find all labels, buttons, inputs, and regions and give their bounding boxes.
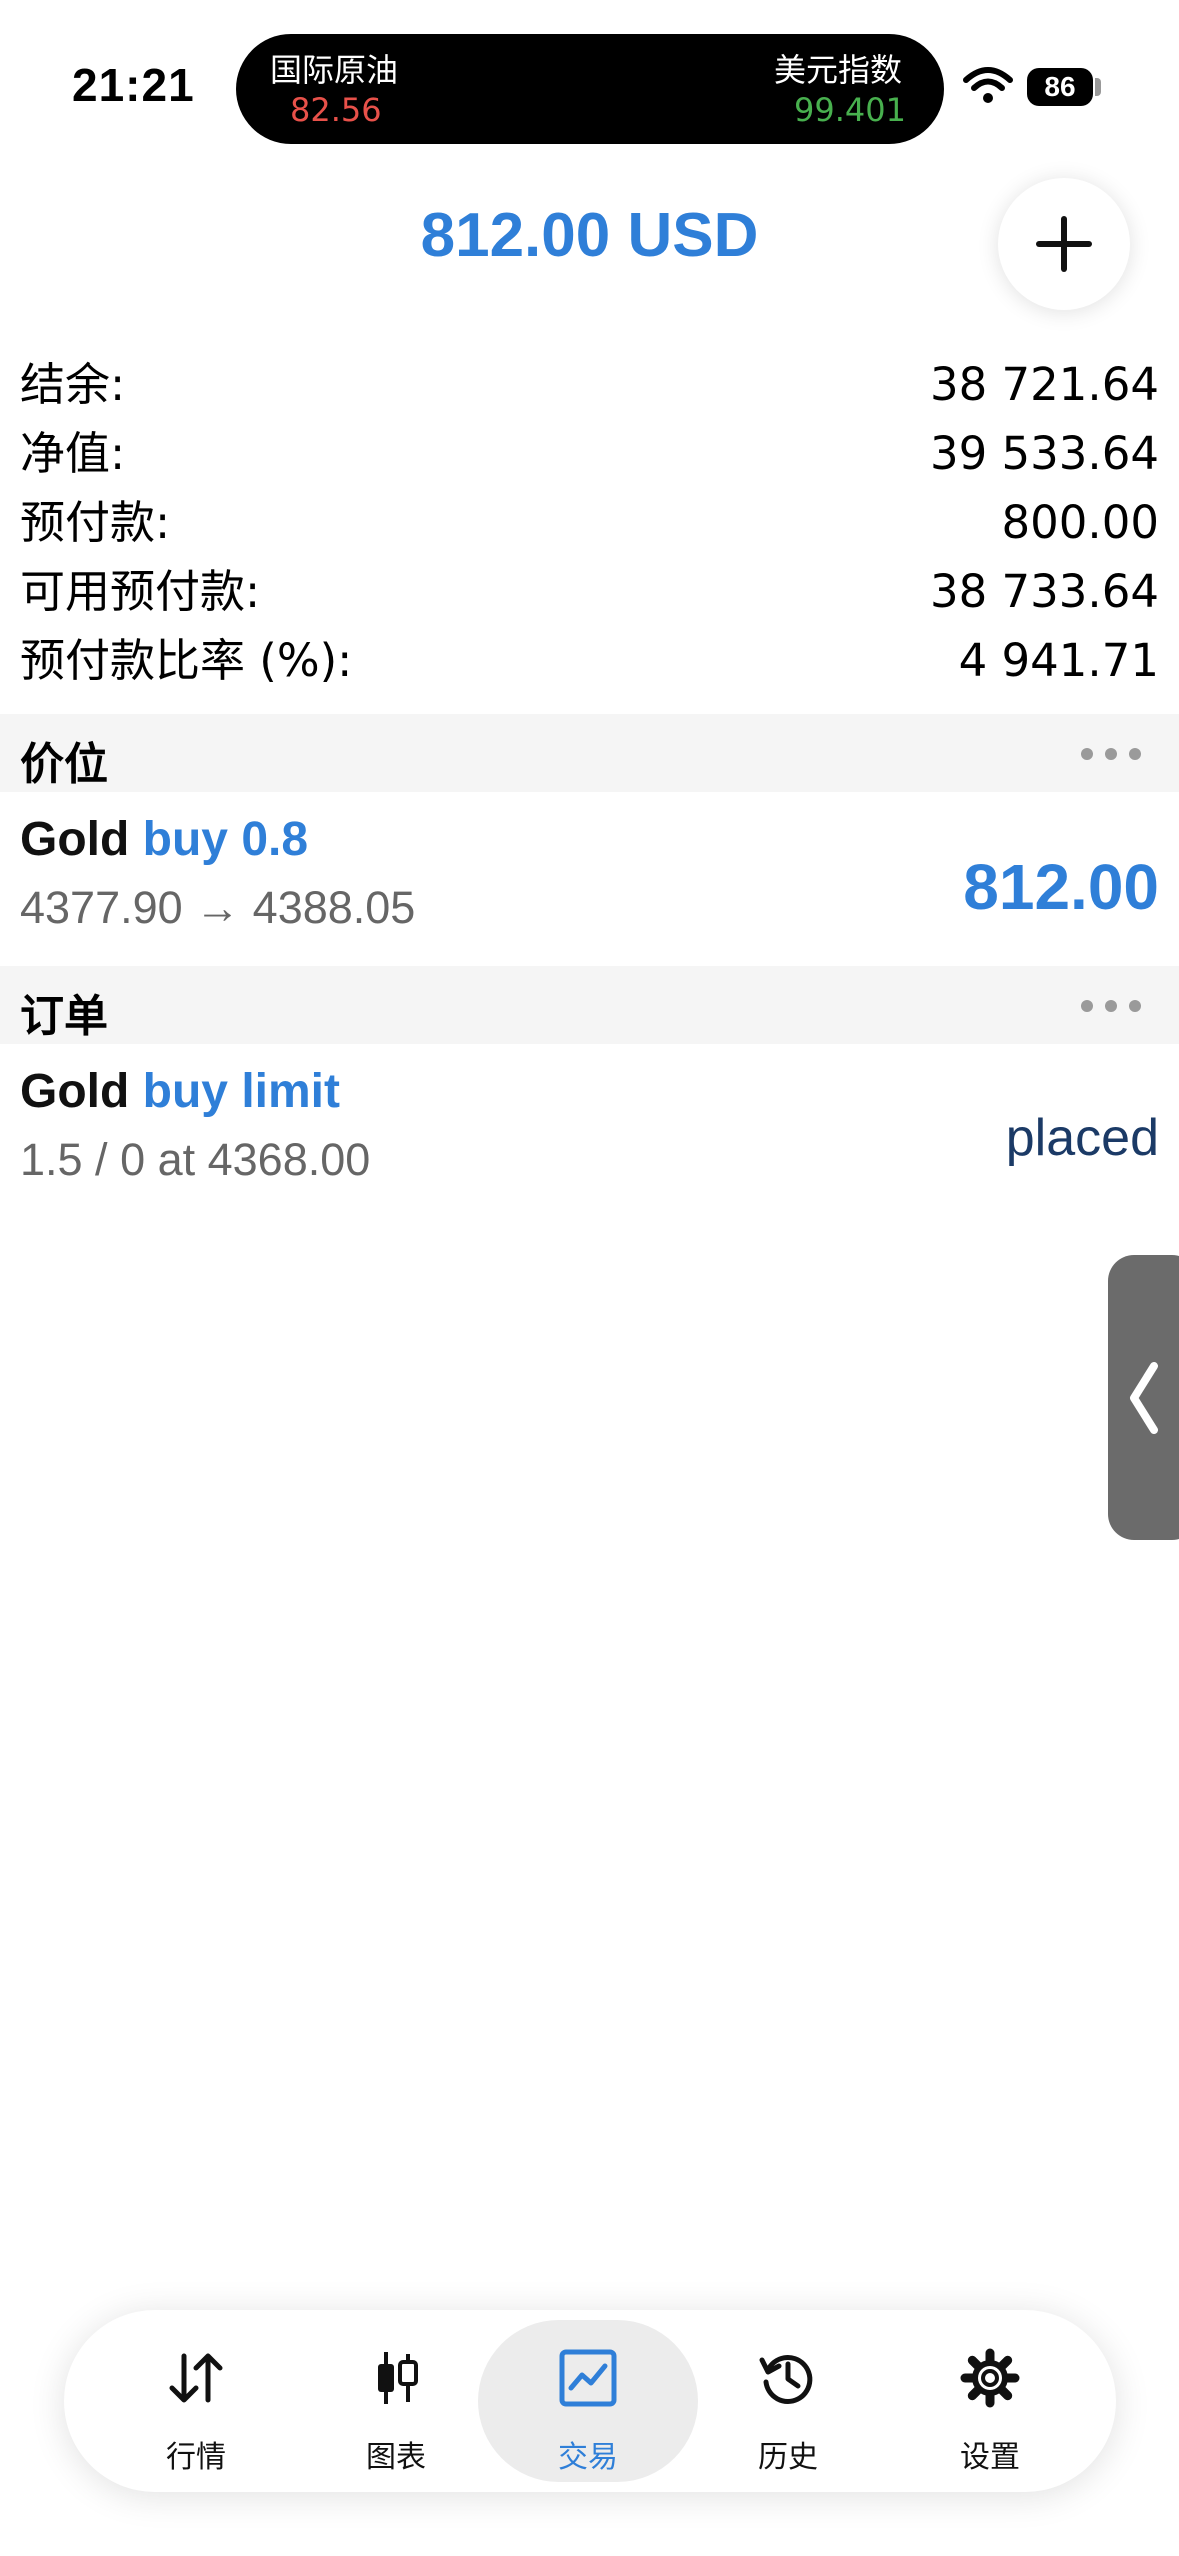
summary-label: 结余: [20, 358, 126, 411]
orders-section-header: 订单 [0, 966, 1179, 1044]
ticker-oil-name: 国际原油 [270, 51, 399, 89]
tab-bar: 行情 图表 交易 历史 设置 [64, 2310, 1116, 2492]
tab-settings[interactable]: 设置 [880, 2320, 1100, 2482]
summary-label: 预付款: [20, 496, 171, 549]
section-title: 订单 [20, 991, 108, 1042]
gear-icon [960, 2348, 1020, 2408]
tab-label: 图表 [366, 2440, 426, 2475]
dynamic-island[interactable]: 国际原油 82.56 美元指数 99.401 [236, 34, 944, 144]
position-row[interactable]: Gold buy 0.8 4377.90 → 4388.05 812.00 [0, 800, 1179, 960]
tab-trade[interactable]: 交易 [478, 2320, 698, 2482]
battery-nub [1095, 78, 1101, 96]
chart-line-icon [559, 2349, 617, 2407]
order-details: 1.5 / 0 at 4368.00 [20, 1134, 371, 1185]
summary-label: 可用预付款: [20, 565, 261, 618]
more-icon[interactable] [1081, 748, 1141, 760]
order-type: buy limit [142, 1065, 340, 1118]
candlestick-icon [378, 2352, 418, 2404]
summary-label: 净值: [20, 427, 126, 480]
ticker-oil-value: 82.56 [290, 91, 382, 129]
summary-value: 38 733.64 [929, 565, 1159, 618]
tab-label: 设置 [960, 2440, 1020, 2475]
battery-indicator: 86 [1027, 68, 1093, 106]
summary-row-equity: 净值: 39 533.64 [20, 419, 1159, 488]
ticker-dxy-value: 99.401 [794, 91, 906, 129]
add-order-button[interactable] [998, 178, 1130, 310]
summary-value: 38 721.64 [929, 358, 1159, 411]
ticker-dxy: 美元指数 99.401 [774, 50, 906, 130]
order-symbol: Gold [20, 1065, 130, 1118]
positions-section-header: 价位 [0, 714, 1179, 792]
tab-label: 行情 [166, 2440, 226, 2475]
tab-label: 历史 [758, 2440, 818, 2475]
order-status: placed [1005, 1109, 1159, 1167]
summary-value: 4 941.71 [958, 634, 1159, 687]
side-panel-handle[interactable] [1108, 1255, 1179, 1540]
history-icon [759, 2355, 813, 2404]
chevron-left-icon [1130, 1362, 1158, 1434]
arrows-up-down-icon [169, 2353, 223, 2403]
summary-row-free-margin: 可用预付款: 38 733.64 [20, 557, 1159, 626]
position-type: buy 0.8 [142, 813, 309, 866]
position-prices: 4377.90 → 4388.05 [20, 882, 416, 933]
order-row[interactable]: Gold buy limit 1.5 / 0 at 4368.00 placed [0, 1052, 1179, 1212]
summary-row-balance: 结余: 38 721.64 [20, 350, 1159, 419]
account-summary: 结余: 38 721.64 净值: 39 533.64 预付款: 800.00 … [20, 350, 1159, 695]
summary-value: 800.00 [1001, 496, 1159, 549]
tab-quotes[interactable]: 行情 [86, 2320, 306, 2482]
summary-row-margin: 预付款: 800.00 [20, 488, 1159, 557]
position-symbol: Gold [20, 813, 130, 866]
tab-history[interactable]: 历史 [678, 2320, 898, 2482]
section-title: 价位 [20, 739, 108, 790]
summary-row-margin-level: 预付款比率 (%): 4 941.71 [20, 626, 1159, 695]
ticker-dxy-name: 美元指数 [774, 51, 903, 89]
wifi-icon [963, 67, 1013, 103]
status-time: 21:21 [72, 59, 195, 111]
position-profit: 812.00 [963, 851, 1159, 923]
more-icon[interactable] [1081, 1000, 1141, 1012]
tab-label: 交易 [558, 2440, 618, 2475]
tab-chart[interactable]: 图表 [286, 2320, 506, 2482]
summary-value: 39 533.64 [929, 427, 1159, 480]
ticker-oil: 国际原油 82.56 [270, 50, 398, 130]
summary-label: 预付款比率 (%): [20, 634, 353, 687]
